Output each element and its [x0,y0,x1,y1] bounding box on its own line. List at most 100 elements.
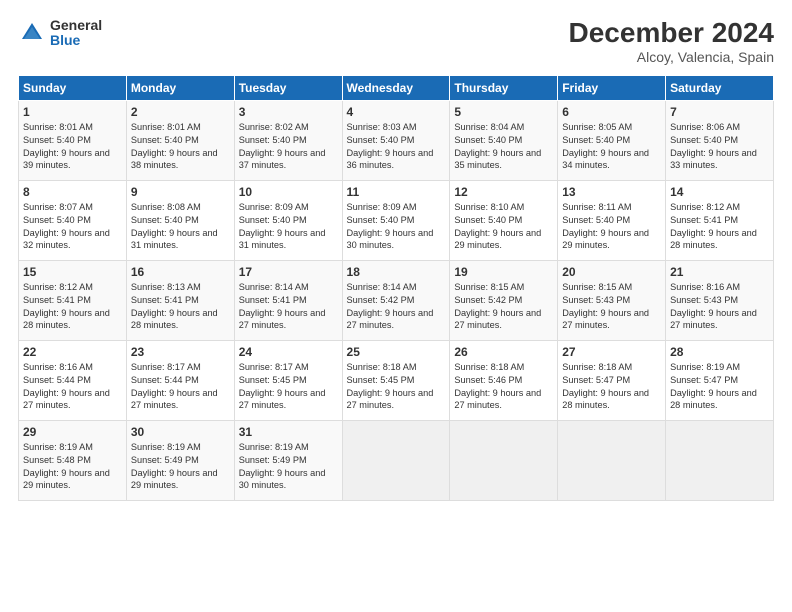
title-block: December 2024 Alcoy, Valencia, Spain [569,18,774,65]
day-number: 7 [670,105,769,119]
day-detail: Sunrise: 8:16 AM Sunset: 5:44 PM Dayligh… [23,361,122,413]
day-cell: 8 Sunrise: 8:07 AM Sunset: 5:40 PM Daylig… [19,180,127,260]
day-number: 13 [562,185,661,199]
week-row-3: 22 Sunrise: 8:16 AM Sunset: 5:44 PM Dayli… [19,340,774,420]
day-detail: Sunrise: 8:01 AM Sunset: 5:40 PM Dayligh… [23,121,122,173]
day-cell: 10 Sunrise: 8:09 AM Sunset: 5:40 PM Dayli… [234,180,342,260]
day-detail: Sunrise: 8:03 AM Sunset: 5:40 PM Dayligh… [347,121,446,173]
day-number: 10 [239,185,338,199]
week-row-4: 29 Sunrise: 8:19 AM Sunset: 5:48 PM Dayli… [19,420,774,500]
day-cell [666,420,774,500]
day-detail: Sunrise: 8:04 AM Sunset: 5:40 PM Dayligh… [454,121,553,173]
day-number: 1 [23,105,122,119]
day-detail: Sunrise: 8:19 AM Sunset: 5:48 PM Dayligh… [23,441,122,493]
day-cell: 15 Sunrise: 8:12 AM Sunset: 5:41 PM Dayli… [19,260,127,340]
day-detail: Sunrise: 8:17 AM Sunset: 5:44 PM Dayligh… [131,361,230,413]
day-cell: 27 Sunrise: 8:18 AM Sunset: 5:47 PM Dayli… [558,340,666,420]
day-number: 18 [347,265,446,279]
day-cell: 4 Sunrise: 8:03 AM Sunset: 5:40 PM Daylig… [342,100,450,180]
day-cell: 11 Sunrise: 8:09 AM Sunset: 5:40 PM Dayli… [342,180,450,260]
day-cell: 7 Sunrise: 8:06 AM Sunset: 5:40 PM Daylig… [666,100,774,180]
day-detail: Sunrise: 8:12 AM Sunset: 5:41 PM Dayligh… [670,201,769,253]
col-header-saturday: Saturday [666,75,774,100]
day-detail: Sunrise: 8:19 AM Sunset: 5:49 PM Dayligh… [239,441,338,493]
day-cell: 17Sunrise: 8:14 AM Sunset: 5:41 PM Dayli… [234,260,342,340]
day-detail: Sunrise: 8:11 AM Sunset: 5:40 PM Dayligh… [562,201,661,253]
day-detail: Sunrise: 8:05 AM Sunset: 5:40 PM Dayligh… [562,121,661,173]
day-detail: Sunrise: 8:01 AM Sunset: 5:40 PM Dayligh… [131,121,230,173]
day-number: 19 [454,265,553,279]
logo-icon [18,19,46,47]
day-number: 4 [347,105,446,119]
day-number: 29 [23,425,122,439]
day-cell: 19 Sunrise: 8:15 AM Sunset: 5:42 PM Dayli… [450,260,558,340]
calendar-table: SundayMondayTuesdayWednesdayThursdayFrid… [18,75,774,501]
day-detail: Sunrise: 8:19 AM Sunset: 5:47 PM Dayligh… [670,361,769,413]
day-cell: 16Sunrise: 8:13 AM Sunset: 5:41 PM Dayli… [126,260,234,340]
day-cell [450,420,558,500]
day-detail: Sunrise: 8:18 AM Sunset: 5:46 PM Dayligh… [454,361,553,413]
day-number: 27 [562,345,661,359]
day-detail: Sunrise: 8:09 AM Sunset: 5:40 PM Dayligh… [347,201,446,253]
day-number: 23 [131,345,230,359]
logo-blue-text: Blue [50,33,102,48]
day-detail: Sunrise: 8:18 AM Sunset: 5:45 PM Dayligh… [347,361,446,413]
day-detail: Sunrise: 8:07 AM Sunset: 5:40 PM Dayligh… [23,201,122,253]
day-number: 11 [347,185,446,199]
day-number: 9 [131,185,230,199]
day-number: 12 [454,185,553,199]
day-cell: 6 Sunrise: 8:05 AM Sunset: 5:40 PM Daylig… [558,100,666,180]
day-number: 20 [562,265,661,279]
day-number: 6 [562,105,661,119]
col-header-wednesday: Wednesday [342,75,450,100]
day-cell: 25 Sunrise: 8:18 AM Sunset: 5:45 PM Dayli… [342,340,450,420]
day-number: 21 [670,265,769,279]
day-number: 15 [23,265,122,279]
day-number: 8 [23,185,122,199]
day-detail: Sunrise: 8:14 AM Sunset: 5:42 PM Dayligh… [347,281,446,333]
day-detail: Sunrise: 8:16 AM Sunset: 5:43 PM Dayligh… [670,281,769,333]
day-cell: 14 Sunrise: 8:12 AM Sunset: 5:41 PM Dayli… [666,180,774,260]
day-cell: 30 Sunrise: 8:19 AM Sunset: 5:49 PM Dayli… [126,420,234,500]
day-number: 31 [239,425,338,439]
day-cell: 9Sunrise: 8:08 AM Sunset: 5:40 PM Daylig… [126,180,234,260]
day-number: 30 [131,425,230,439]
day-cell: 2Sunrise: 8:01 AM Sunset: 5:40 PM Daylig… [126,100,234,180]
day-detail: Sunrise: 8:15 AM Sunset: 5:42 PM Dayligh… [454,281,553,333]
day-cell: 3 Sunrise: 8:02 AM Sunset: 5:40 PM Daylig… [234,100,342,180]
day-detail: Sunrise: 8:15 AM Sunset: 5:43 PM Dayligh… [562,281,661,333]
day-number: 5 [454,105,553,119]
day-detail: Sunrise: 8:18 AM Sunset: 5:47 PM Dayligh… [562,361,661,413]
day-cell: 28Sunrise: 8:19 AM Sunset: 5:47 PM Dayli… [666,340,774,420]
header: General Blue December 2024 Alcoy, Valenc… [18,18,774,65]
day-detail: Sunrise: 8:19 AM Sunset: 5:49 PM Dayligh… [131,441,230,493]
day-number: 22 [23,345,122,359]
day-number: 16 [131,265,230,279]
location: Alcoy, Valencia, Spain [569,49,774,65]
day-detail: Sunrise: 8:06 AM Sunset: 5:40 PM Dayligh… [670,121,769,173]
day-cell: 1 Sunrise: 8:01 AM Sunset: 5:40 PM Daylig… [19,100,127,180]
day-detail: Sunrise: 8:12 AM Sunset: 5:41 PM Dayligh… [23,281,122,333]
day-detail: Sunrise: 8:09 AM Sunset: 5:40 PM Dayligh… [239,201,338,253]
col-header-thursday: Thursday [450,75,558,100]
day-number: 14 [670,185,769,199]
day-cell: 13 Sunrise: 8:11 AM Sunset: 5:40 PM Dayli… [558,180,666,260]
header-row: SundayMondayTuesdayWednesdayThursdayFrid… [19,75,774,100]
day-cell: 23 Sunrise: 8:17 AM Sunset: 5:44 PM Dayli… [126,340,234,420]
day-detail: Sunrise: 8:02 AM Sunset: 5:40 PM Dayligh… [239,121,338,173]
day-number: 24 [239,345,338,359]
day-number: 3 [239,105,338,119]
day-cell: 12 Sunrise: 8:10 AM Sunset: 5:40 PM Dayli… [450,180,558,260]
day-number: 25 [347,345,446,359]
day-detail: Sunrise: 8:10 AM Sunset: 5:40 PM Dayligh… [454,201,553,253]
col-header-friday: Friday [558,75,666,100]
week-row-1: 8 Sunrise: 8:07 AM Sunset: 5:40 PM Daylig… [19,180,774,260]
day-cell: 24Sunrise: 8:17 AM Sunset: 5:45 PM Dayli… [234,340,342,420]
month-title: December 2024 [569,18,774,49]
day-detail: Sunrise: 8:14 AM Sunset: 5:41 PM Dayligh… [239,281,338,333]
day-cell: 20 Sunrise: 8:15 AM Sunset: 5:43 PM Dayli… [558,260,666,340]
col-header-monday: Monday [126,75,234,100]
day-cell [558,420,666,500]
col-header-sunday: Sunday [19,75,127,100]
day-cell: 29 Sunrise: 8:19 AM Sunset: 5:48 PM Dayli… [19,420,127,500]
